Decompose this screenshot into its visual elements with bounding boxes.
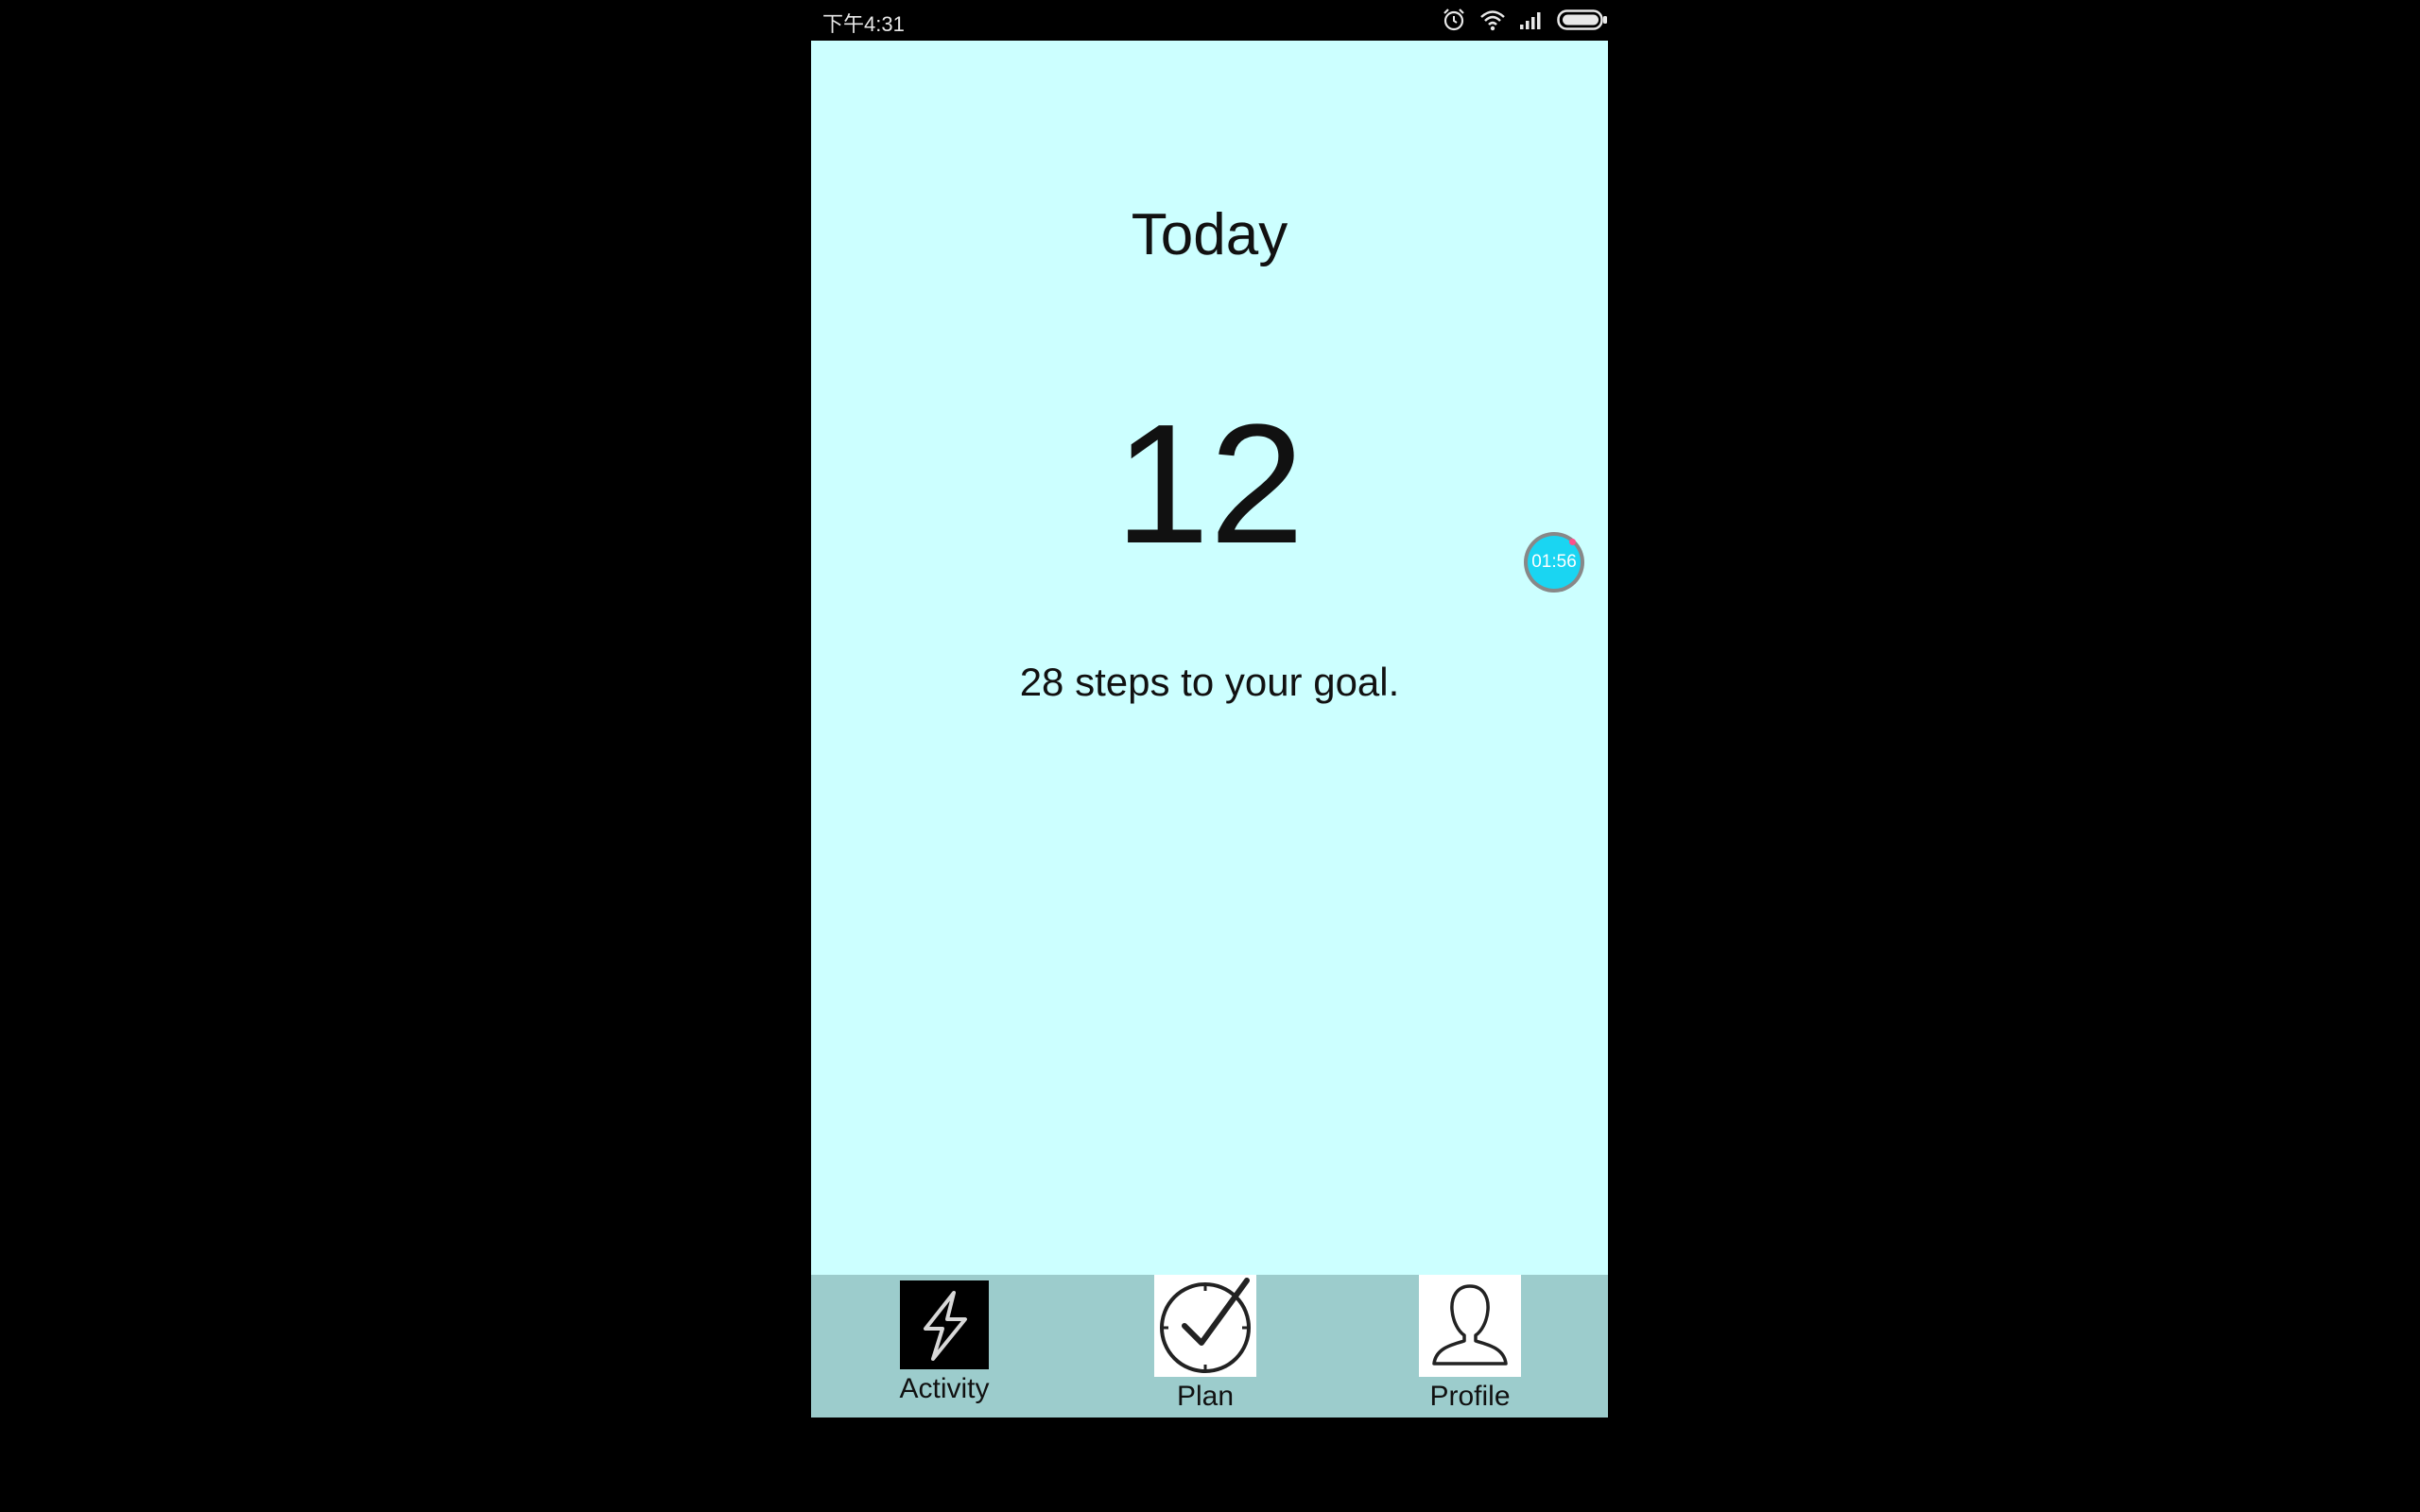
tab-plan[interactable]: Plan [1153,1275,1257,1413]
page-title: Today [1131,202,1288,267]
notification-dot-icon [1569,539,1576,545]
tab-profile-label: Profile [1429,1381,1511,1412]
person-icon [1419,1275,1521,1377]
status-time: 下午4:31 [822,12,905,36]
screen: 下午4:31 Today 12 28 steps to your goal. 0… [0,0,2420,1512]
floating-timer-face: 01:56 [1528,536,1581,589]
bottom-tab-bar: Activity Plan Profile [811,1275,1608,1418]
tab-plan-label: Plan [1176,1381,1235,1412]
battery-icon [1557,9,1608,31]
lightning-icon [900,1280,989,1369]
status-icons [1442,7,1608,33]
step-count: 12 [1115,389,1305,579]
wifi-icon [1479,9,1506,31]
tab-activity-label: Activity [899,1373,990,1404]
alarm-icon [1442,8,1466,32]
status-bar: 下午4:31 [811,0,1608,41]
goal-message: 28 steps to your goal. [1019,660,1400,704]
floating-timer-time: 01:56 [1531,552,1577,572]
floating-timer-bubble[interactable]: 01:56 [1524,532,1584,593]
tab-profile[interactable]: Profile [1418,1275,1522,1413]
app-screen: Today 12 28 steps to your goal. 01:56 Ac… [811,41,1608,1418]
clock-check-icon [1154,1275,1256,1377]
signal-icon [1519,9,1544,30]
tab-activity[interactable]: Activity [890,1275,998,1405]
